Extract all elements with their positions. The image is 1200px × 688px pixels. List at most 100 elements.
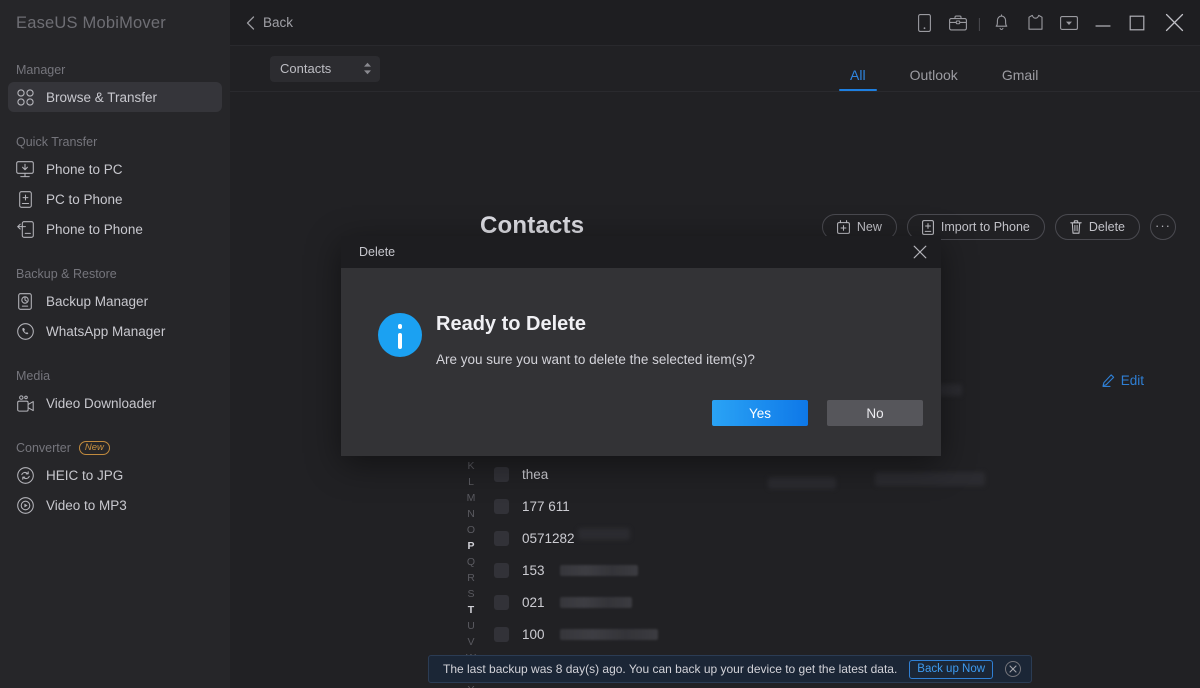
tab-gmail[interactable]: Gmail (1002, 67, 1039, 91)
alpha-index-letter[interactable]: U (467, 618, 475, 634)
back-button[interactable]: Back (230, 15, 293, 30)
delete-button-label: Delete (1088, 220, 1125, 234)
maximize-button[interactable] (1120, 3, 1154, 43)
alpha-index-letter[interactable]: N (467, 506, 475, 522)
sidebar-item-phone-to-phone[interactable]: Phone to Phone (8, 214, 222, 244)
shirt-icon[interactable] (1018, 3, 1052, 43)
alpha-index-letter[interactable]: T (468, 602, 474, 618)
tab-outlook[interactable]: Outlook (910, 67, 958, 91)
sidebar-group-title: Manager (16, 63, 66, 77)
category-tabbar: Contacts All Outlook Gmail (230, 46, 1200, 92)
whatsapp-icon (16, 322, 34, 340)
edit-button[interactable]: Edit (1102, 373, 1144, 388)
sidebar-group-title: Media (16, 369, 51, 383)
contact-checkbox[interactable] (494, 562, 509, 578)
bell-icon[interactable] (984, 3, 1018, 43)
contact-name: thea (522, 466, 549, 482)
window-icons: | (907, 3, 1200, 43)
contact-row[interactable]: thea (486, 458, 716, 490)
dialog-titlebar: Delete (341, 236, 941, 268)
sidebar-item-whatsapp-manager[interactable]: WhatsApp Manager (8, 316, 222, 346)
tab-all[interactable]: All (839, 67, 876, 91)
dialog-yes-button[interactable]: Yes (712, 400, 808, 426)
sidebar-group-label: Converter New (0, 436, 230, 460)
app-window: EaseUS MobiMover Manager Browse & Transfe… (0, 0, 1200, 688)
back-up-now-button[interactable]: Back up Now (909, 659, 994, 679)
contact-checkbox[interactable] (494, 530, 509, 546)
toolbar-divider: | (977, 14, 982, 31)
sidebar-item-backup-manager[interactable]: Backup Manager (8, 286, 222, 316)
import-to-phone-label: Import to Phone (940, 220, 1030, 234)
alpha-index-letter[interactable]: Q (467, 554, 475, 570)
sidebar-item-phone-to-pc[interactable]: Phone to PC (8, 154, 222, 184)
sidebar-item-label: WhatsApp Manager (46, 323, 166, 339)
sidebar-item-label: Browse & Transfer (46, 89, 158, 105)
sidebar-groups: Manager Browse & Transfer Quick Transfer Ph… (0, 58, 230, 526)
sidebar-item-video-downloader[interactable]: Video Downloader (8, 388, 222, 418)
contact-checkbox[interactable] (494, 594, 509, 610)
close-button[interactable] (1154, 3, 1194, 43)
grid-icon (16, 88, 34, 106)
redacted-text (559, 596, 632, 608)
contact-row[interactable]: 153 (486, 554, 716, 586)
sidebar-item-browse-transfer[interactable]: Browse & Transfer (8, 82, 222, 112)
alpha-index-letter[interactable]: V (467, 634, 474, 650)
sidebar-group-title: Quick Transfer (16, 135, 98, 149)
alpha-index-letter[interactable]: R (467, 570, 475, 586)
dialog-message: Are you sure you want to delete the sele… (436, 352, 755, 367)
chevron-left-icon (246, 15, 255, 30)
pencil-icon (1102, 374, 1114, 387)
app-brand: EaseUS MobiMover (16, 13, 166, 32)
new-badge: New (78, 441, 110, 455)
dialog-title: Delete (359, 245, 396, 259)
delete-button[interactable]: Delete (1054, 214, 1140, 240)
dialog-no-button[interactable]: No (827, 400, 923, 426)
sidebar-item-heic-to-jpg[interactable]: HEIC to JPG (8, 460, 222, 490)
alpha-index-letter[interactable]: O (467, 522, 475, 538)
contact-row[interactable]: 021 (486, 586, 716, 618)
toast-close-button[interactable] (1005, 661, 1022, 677)
sidebar-item-label: Backup Manager (46, 293, 149, 309)
dialog-buttons: Yes No (712, 400, 923, 426)
contact-row[interactable]: 177 611 (486, 490, 716, 522)
ghost-text-bar (875, 472, 985, 486)
alpha-index-letter[interactable]: M (467, 490, 476, 506)
window-titlebar: Back | (230, 0, 1200, 46)
alpha-index-letter[interactable]: L (468, 474, 474, 490)
sidebar-group-title: Backup & Restore (16, 267, 117, 281)
alpha-index-letter[interactable]: K (467, 458, 474, 474)
alpha-index-letter[interactable]: P (467, 538, 474, 554)
sidebar-item-pc-to-phone[interactable]: PC to Phone (8, 184, 222, 214)
more-options-button[interactable]: ··· (1150, 214, 1176, 240)
device-icon[interactable] (907, 3, 941, 43)
contact-checkbox[interactable] (494, 466, 509, 482)
phone-to-pc-icon (16, 160, 34, 178)
sidebar-group-label: Manager (0, 58, 230, 82)
dialog-close-button[interactable] (899, 236, 941, 268)
toolbox-icon[interactable] (941, 3, 975, 43)
contact-checkbox[interactable] (494, 626, 509, 642)
minimize-button[interactable] (1086, 3, 1120, 43)
contact-name: 100 (522, 626, 545, 642)
sidebar-item-label: Video to MP3 (46, 497, 127, 513)
new-contact-icon (836, 220, 850, 234)
dropdown-box-icon[interactable] (1052, 3, 1086, 43)
contact-name: 177 611 (522, 498, 570, 514)
sidebar-item-label: Phone to Phone (46, 221, 143, 237)
contact-row[interactable]: 100 (486, 618, 716, 650)
sidebar-item-video-to-mp3[interactable]: Video to MP3 (8, 490, 222, 520)
alpha-index-letter[interactable]: S (467, 586, 474, 602)
phone-to-phone-icon (16, 220, 34, 238)
contact-checkbox[interactable] (494, 498, 509, 514)
trash-icon (1070, 220, 1082, 234)
backup-icon (16, 292, 34, 310)
close-icon (913, 245, 927, 259)
contact-name: 0571282 (522, 530, 575, 546)
category-select[interactable]: Contacts (270, 55, 380, 82)
toast-message: The last backup was 8 day(s) ago. You ca… (443, 662, 898, 676)
sidebar-item-label: PC to Phone (46, 191, 123, 207)
